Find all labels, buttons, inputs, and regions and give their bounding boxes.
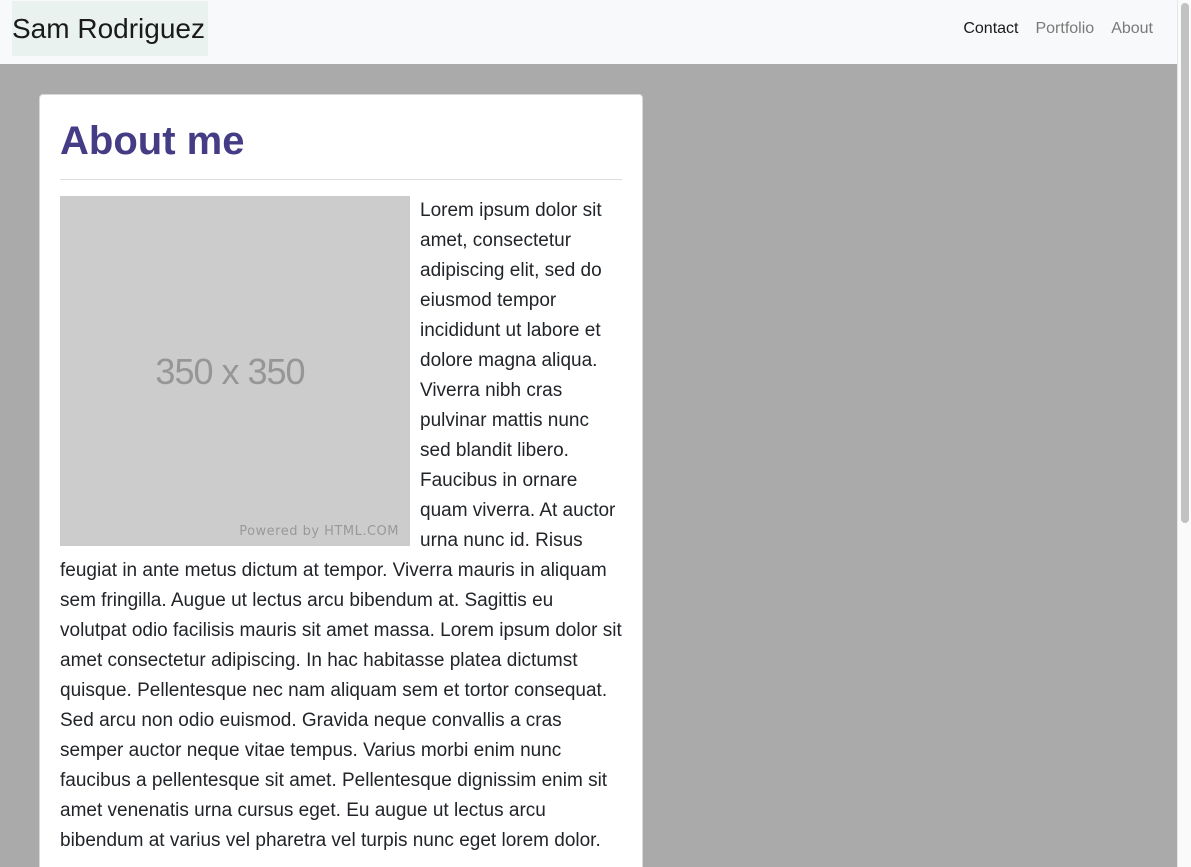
- about-title: About me: [60, 119, 245, 163]
- nav-link-portfolio[interactable]: Portfolio: [1035, 20, 1094, 38]
- scrollbar-thumb[interactable]: [1181, 3, 1189, 523]
- about-card: About me 350 x 350 Powered by HTML.COM L…: [39, 94, 643, 867]
- image-size-label: 350 x 350: [155, 351, 305, 392]
- top-navbar: Sam Rodriguez Contact Portfolio About: [0, 0, 1177, 64]
- nav-links: Contact Portfolio About: [946, 0, 1153, 58]
- nav-link-about[interactable]: About: [1111, 20, 1153, 38]
- image-credit-label: Powered by HTML.COM: [239, 524, 399, 539]
- page-scrollbar[interactable]: [1177, 0, 1191, 867]
- page-viewport: Sam Rodriguez Contact Portfolio About Ab…: [0, 0, 1191, 867]
- brand-link[interactable]: Sam Rodriguez: [12, 1, 208, 56]
- profile-image-placeholder: 350 x 350 Powered by HTML.COM: [60, 196, 410, 546]
- title-divider: [60, 179, 622, 180]
- nav-link-contact[interactable]: Contact: [963, 20, 1018, 38]
